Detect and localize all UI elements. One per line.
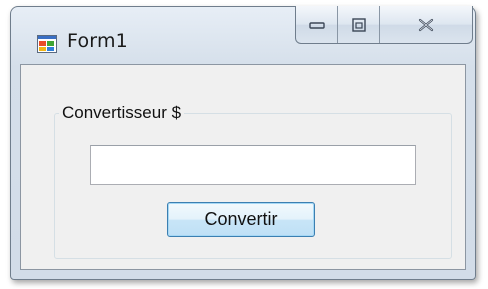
amount-input[interactable]: [90, 145, 416, 185]
form-app-icon: [37, 35, 57, 53]
groupbox-label: Convertisseur $: [59, 103, 185, 123]
form-window: Form1 Convertisseur $ Convertir: [10, 6, 476, 280]
client-area: Convertisseur $ Convertir: [20, 64, 466, 270]
caption-buttons: [295, 6, 473, 44]
convert-button[interactable]: Convertir: [167, 202, 315, 237]
close-button[interactable]: [380, 6, 472, 43]
minimize-button[interactable]: [296, 6, 338, 43]
converter-groupbox: Convertisseur $ Convertir: [54, 103, 452, 259]
maximize-button[interactable]: [338, 6, 380, 43]
window-title: Form1: [67, 30, 128, 52]
title-bar[interactable]: Form1: [11, 6, 475, 65]
